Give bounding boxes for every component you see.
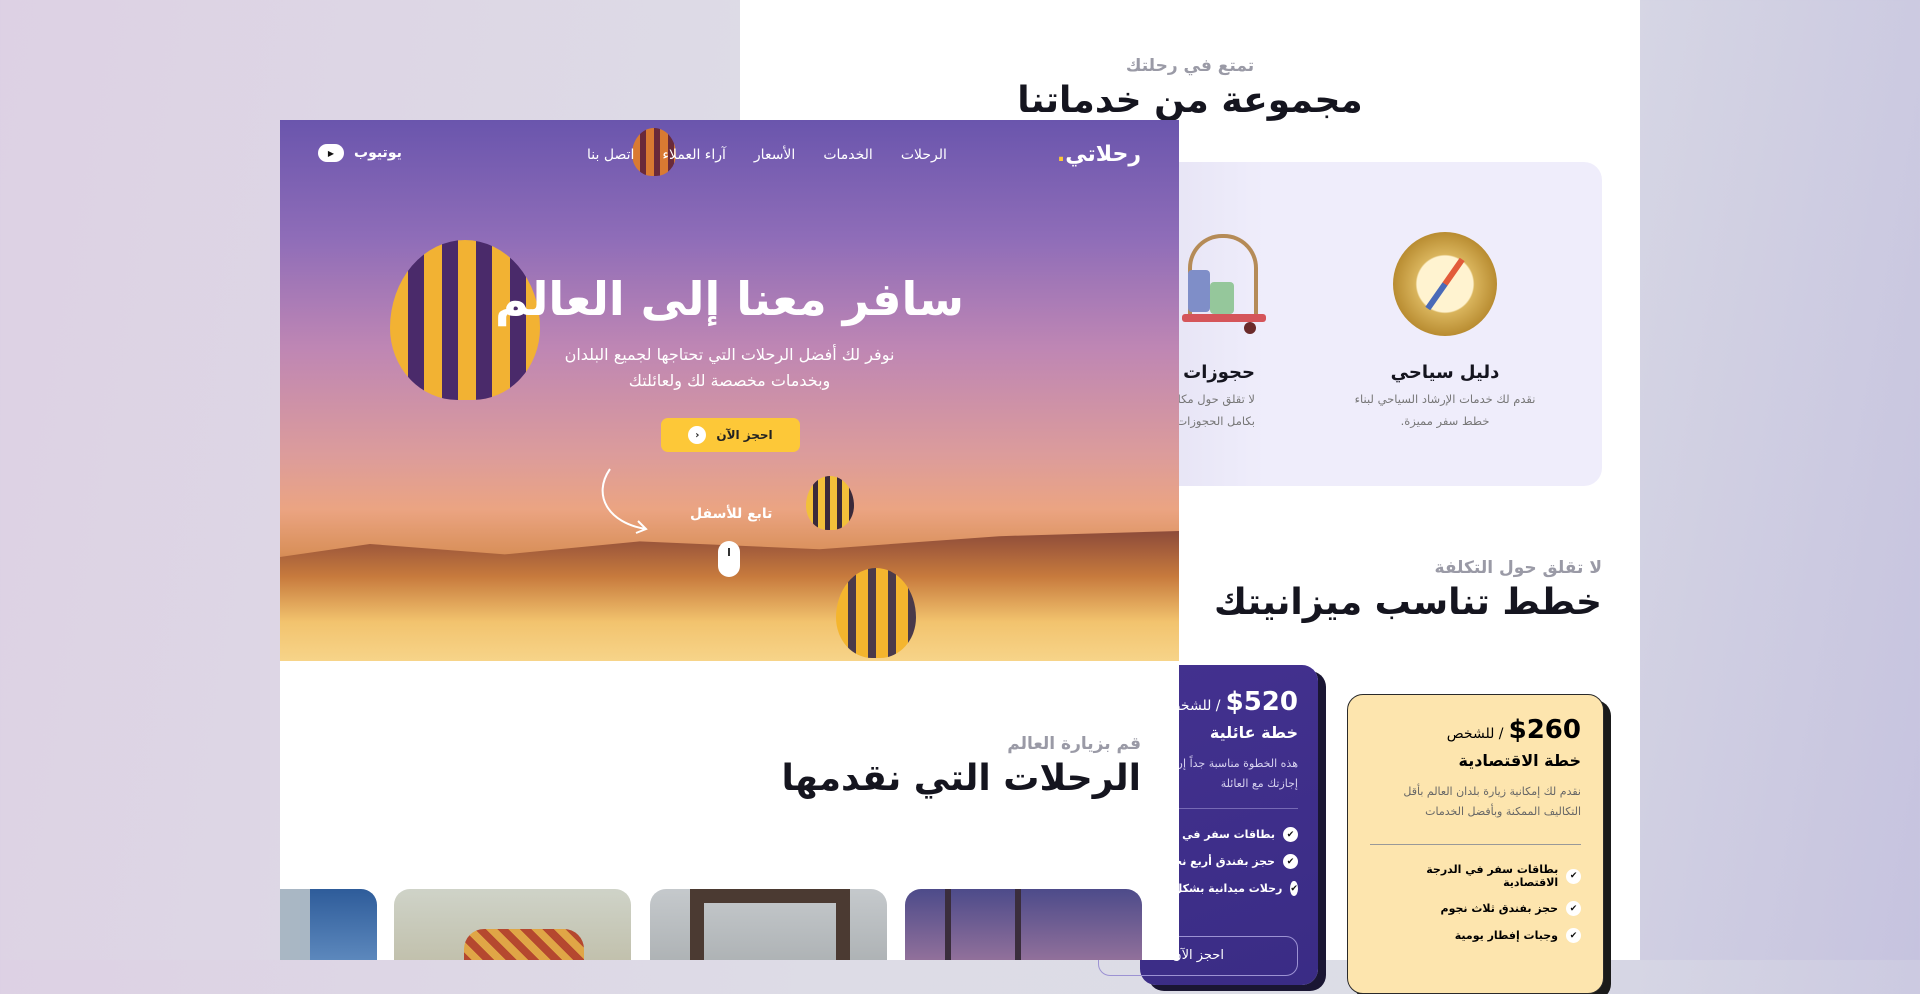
mouse-scroll-icon[interactable] bbox=[718, 541, 740, 577]
hero-title: سافر معنا إلى العالم bbox=[495, 272, 964, 326]
plan-name: خطة الاقتصادية bbox=[1458, 751, 1582, 770]
balloon-image bbox=[806, 476, 854, 530]
service-title: دليل سياحي bbox=[1390, 362, 1500, 383]
pricing-subtitle: لا تقلق حول التكلفة bbox=[1434, 558, 1602, 578]
scroll-down-label: تابع للأسفل bbox=[690, 506, 773, 522]
nav-testimonials[interactable]: آراء العملاء bbox=[662, 147, 726, 163]
hero-section: رحلاتي. الرحلات الخدمات الأسعار آراء الع… bbox=[280, 120, 1179, 661]
play-icon: ▶ bbox=[318, 144, 344, 162]
logo[interactable]: رحلاتي. bbox=[1057, 142, 1141, 167]
services-title: مجموعة من خدماتنا bbox=[1017, 80, 1363, 121]
pricing-title: خطط تناسب ميزانيتك bbox=[1213, 582, 1602, 623]
trips-title: الرحلات التي نقدمها bbox=[781, 758, 1141, 799]
chevron-left-icon: ‹ bbox=[688, 426, 707, 444]
navbar: رحلاتي. الرحلات الخدمات الأسعار آراء الع… bbox=[587, 142, 1141, 167]
service-desc: نقدم لك خدمات الإرشاد السياحي لبناء خطط س… bbox=[1354, 392, 1536, 428]
youtube-link[interactable]: يوتيوب ▶ bbox=[318, 144, 402, 162]
plan-price: $520 bbox=[1225, 687, 1298, 717]
trip-card-istanbul[interactable] bbox=[905, 889, 1142, 960]
luggage-trolley-icon bbox=[1182, 226, 1268, 338]
services-subtitle: تمتع في رحلتك bbox=[1125, 56, 1255, 76]
nav-prices[interactable]: الأسعار bbox=[754, 147, 795, 163]
pricing-card-economy: $260 / للشخص خطة الاقتصادية نقدم لك إمكا… bbox=[1347, 694, 1604, 994]
trip-card-dubai-frame[interactable] bbox=[650, 889, 887, 960]
plan-per: / للشخص bbox=[1446, 726, 1504, 742]
nav-services[interactable]: الخدمات bbox=[823, 147, 873, 163]
landing-page-mockup: رحلاتي. الرحلات الخدمات الأسعار آراء الع… bbox=[280, 120, 1179, 960]
balloon-image bbox=[836, 568, 916, 658]
youtube-label: يوتيوب bbox=[354, 145, 402, 161]
nav-contact[interactable]: اتصل بنا bbox=[587, 147, 634, 163]
compass-icon bbox=[1393, 232, 1497, 336]
plan-feature: بطاقات سفر في الدرجة الاقتصادية bbox=[1426, 863, 1559, 889]
plan-feature: حجز بفندق ثلاث نجوم bbox=[1440, 902, 1558, 915]
trip-card-desert[interactable] bbox=[394, 889, 631, 960]
nav-trips[interactable]: الرحلات bbox=[901, 147, 947, 163]
plan-price: $260 bbox=[1508, 715, 1581, 745]
trips-subtitle: قم بزيارة العالم bbox=[1007, 734, 1141, 754]
curved-arrow-icon bbox=[601, 468, 648, 534]
plan-desc: نقدم لك إمكانية زيارة بلدان العالم بأقل … bbox=[1403, 785, 1581, 818]
trip-card-city[interactable] bbox=[280, 889, 377, 960]
book-now-button[interactable]: احجز الآن ‹ bbox=[661, 418, 800, 452]
plan-feature: وجبات إفطار يومية bbox=[1454, 929, 1558, 942]
hero-description: نوفر لك أفضل الرحلات التي تحتاجها لجميع … bbox=[564, 345, 895, 390]
